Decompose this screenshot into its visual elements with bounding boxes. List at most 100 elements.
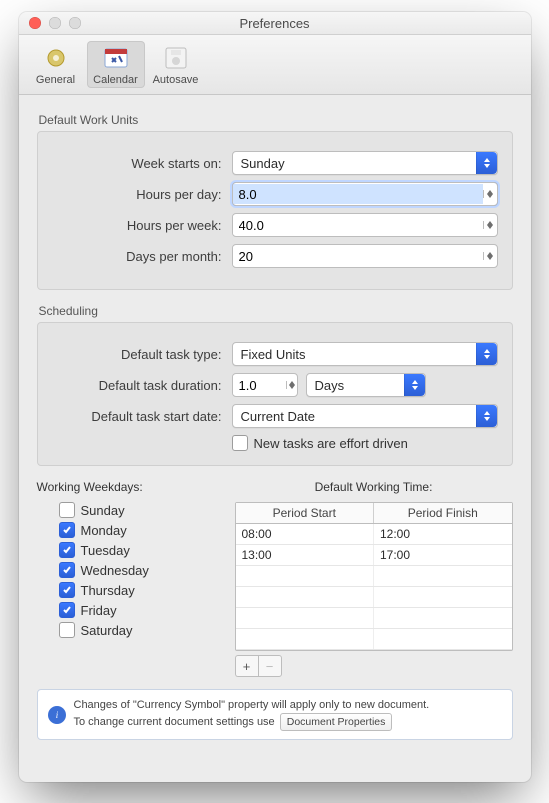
add-remove-buttons: + −: [235, 655, 513, 677]
toolbar-tab-general[interactable]: General: [27, 41, 85, 88]
document-properties-button[interactable]: Document Properties: [280, 713, 393, 731]
weekdays-and-worktime: Working Weekdays: Sunday Monday Tuesday Wed…: [37, 480, 513, 677]
section-title-scheduling: Scheduling: [39, 304, 513, 318]
effort-driven-checkbox[interactable]: New tasks are effort driven: [232, 435, 498, 451]
label-hours-per-week: Hours per week:: [52, 218, 232, 233]
hours-per-week-stepper[interactable]: [232, 213, 498, 237]
weekdays-list: Sunday Monday Tuesday Wednesday Thursday Frid…: [37, 502, 217, 638]
label-task-duration: Default task duration:: [52, 378, 232, 393]
task-start-date-select[interactable]: Current Date: [232, 404, 498, 428]
label-hours-per-day: Hours per day:: [52, 187, 232, 202]
table-row[interactable]: 13:0017:00: [236, 545, 512, 566]
cell-period-finish[interactable]: [374, 566, 512, 586]
info-panel: i Changes of "Currency Symbol" property …: [37, 689, 513, 740]
weekday-label: Wednesday: [81, 563, 149, 578]
autosave-icon: [160, 44, 192, 72]
info-text: Changes of "Currency Symbol" property wi…: [74, 698, 430, 731]
task-type-select[interactable]: Fixed Units: [232, 342, 498, 366]
days-per-month-stepper[interactable]: [232, 244, 498, 268]
stepper-down-icon[interactable]: [484, 225, 497, 229]
cell-period-finish[interactable]: [374, 629, 512, 649]
cell-period-start[interactable]: [236, 629, 375, 649]
weekday-label: Sunday: [81, 503, 125, 518]
cell-period-finish[interactable]: [374, 587, 512, 607]
checkbox-icon: [59, 542, 75, 558]
chevron-updown-icon: [476, 405, 497, 427]
content-area: Default Work Units Week starts on: Sunda…: [19, 95, 531, 782]
table-row[interactable]: [236, 608, 512, 629]
toolbar: General Calendar Autosave: [19, 35, 531, 95]
cell-period-start[interactable]: [236, 566, 375, 586]
hours-per-day-stepper[interactable]: [232, 182, 498, 206]
stepper-down-icon[interactable]: [287, 385, 296, 389]
section-scheduling: Default task type: Fixed Units Default t…: [37, 322, 513, 466]
task-duration-stepper[interactable]: [232, 373, 298, 397]
info-icon: i: [48, 706, 66, 724]
checkbox-icon: [59, 522, 75, 538]
chevron-updown-icon: [476, 343, 497, 365]
table-header: Period Start Period Finish: [236, 503, 512, 524]
weekday-label: Monday: [81, 523, 127, 538]
column-period-start: Period Start: [236, 503, 375, 523]
weekday-label: Friday: [81, 603, 117, 618]
checkbox-icon: [59, 602, 75, 618]
table-row[interactable]: [236, 587, 512, 608]
checkbox-icon: [59, 582, 75, 598]
days-per-month-input[interactable]: [233, 246, 483, 266]
label-task-start-date: Default task start date:: [52, 409, 232, 424]
hours-per-week-input[interactable]: [233, 215, 483, 235]
table-row[interactable]: [236, 629, 512, 650]
weekday-checkbox-friday[interactable]: Friday: [59, 602, 217, 618]
cell-period-finish[interactable]: 17:00: [374, 545, 512, 565]
hours-per-day-input[interactable]: [233, 184, 483, 204]
task-duration-input[interactable]: [233, 375, 287, 395]
week-starts-select[interactable]: Sunday: [232, 151, 498, 175]
remove-period-button[interactable]: −: [258, 655, 282, 677]
add-period-button[interactable]: +: [235, 655, 258, 677]
toolbar-tab-calendar[interactable]: Calendar: [87, 41, 145, 88]
svg-text:i: i: [55, 710, 58, 720]
table-row[interactable]: 08:0012:00: [236, 524, 512, 545]
label-task-type: Default task type:: [52, 347, 232, 362]
weekday-checkbox-saturday[interactable]: Saturday: [59, 622, 217, 638]
section-title-work-units: Default Work Units: [39, 113, 513, 127]
weekday-checkbox-monday[interactable]: Monday: [59, 522, 217, 538]
cell-period-start[interactable]: 08:00: [236, 524, 375, 544]
checkbox-icon: [232, 435, 248, 451]
weekdays-title: Working Weekdays:: [37, 480, 217, 494]
weekday-checkbox-tuesday[interactable]: Tuesday: [59, 542, 217, 558]
gear-icon: [40, 44, 72, 72]
calendar-tools-icon: [100, 44, 132, 72]
cell-period-start[interactable]: 13:00: [236, 545, 375, 565]
checkbox-icon: [59, 562, 75, 578]
cell-period-start[interactable]: [236, 608, 375, 628]
weekday-checkbox-sunday[interactable]: Sunday: [59, 502, 217, 518]
column-period-finish: Period Finish: [374, 503, 512, 523]
label-week-starts: Week starts on:: [52, 156, 232, 171]
section-work-units: Week starts on: Sunday Hours per day:: [37, 131, 513, 290]
task-duration-unit-select[interactable]: Days: [306, 373, 426, 397]
window-title: Preferences: [19, 16, 531, 31]
titlebar: Preferences: [19, 12, 531, 35]
weekday-label: Thursday: [81, 583, 135, 598]
working-time-title: Default Working Time:: [235, 480, 513, 494]
chevron-updown-icon: [476, 152, 497, 174]
checkbox-icon: [59, 622, 75, 638]
cell-period-start[interactable]: [236, 587, 375, 607]
table-row[interactable]: [236, 566, 512, 587]
table-body: 08:0012:0013:0017:00: [236, 524, 512, 650]
stepper-down-icon[interactable]: [484, 194, 497, 198]
toolbar-tab-autosave[interactable]: Autosave: [147, 41, 205, 88]
label-days-per-month: Days per month:: [52, 249, 232, 264]
weekday-checkbox-wednesday[interactable]: Wednesday: [59, 562, 217, 578]
cell-period-finish[interactable]: 12:00: [374, 524, 512, 544]
working-time-table: Period Start Period Finish 08:0012:0013:…: [235, 502, 513, 651]
weekday-label: Tuesday: [81, 543, 130, 558]
stepper-down-icon[interactable]: [484, 256, 497, 260]
preferences-window: Preferences General Calendar Autosave De…: [19, 12, 531, 782]
chevron-updown-icon: [404, 374, 425, 396]
checkbox-icon: [59, 502, 75, 518]
cell-period-finish[interactable]: [374, 608, 512, 628]
weekday-label: Saturday: [81, 623, 133, 638]
weekday-checkbox-thursday[interactable]: Thursday: [59, 582, 217, 598]
